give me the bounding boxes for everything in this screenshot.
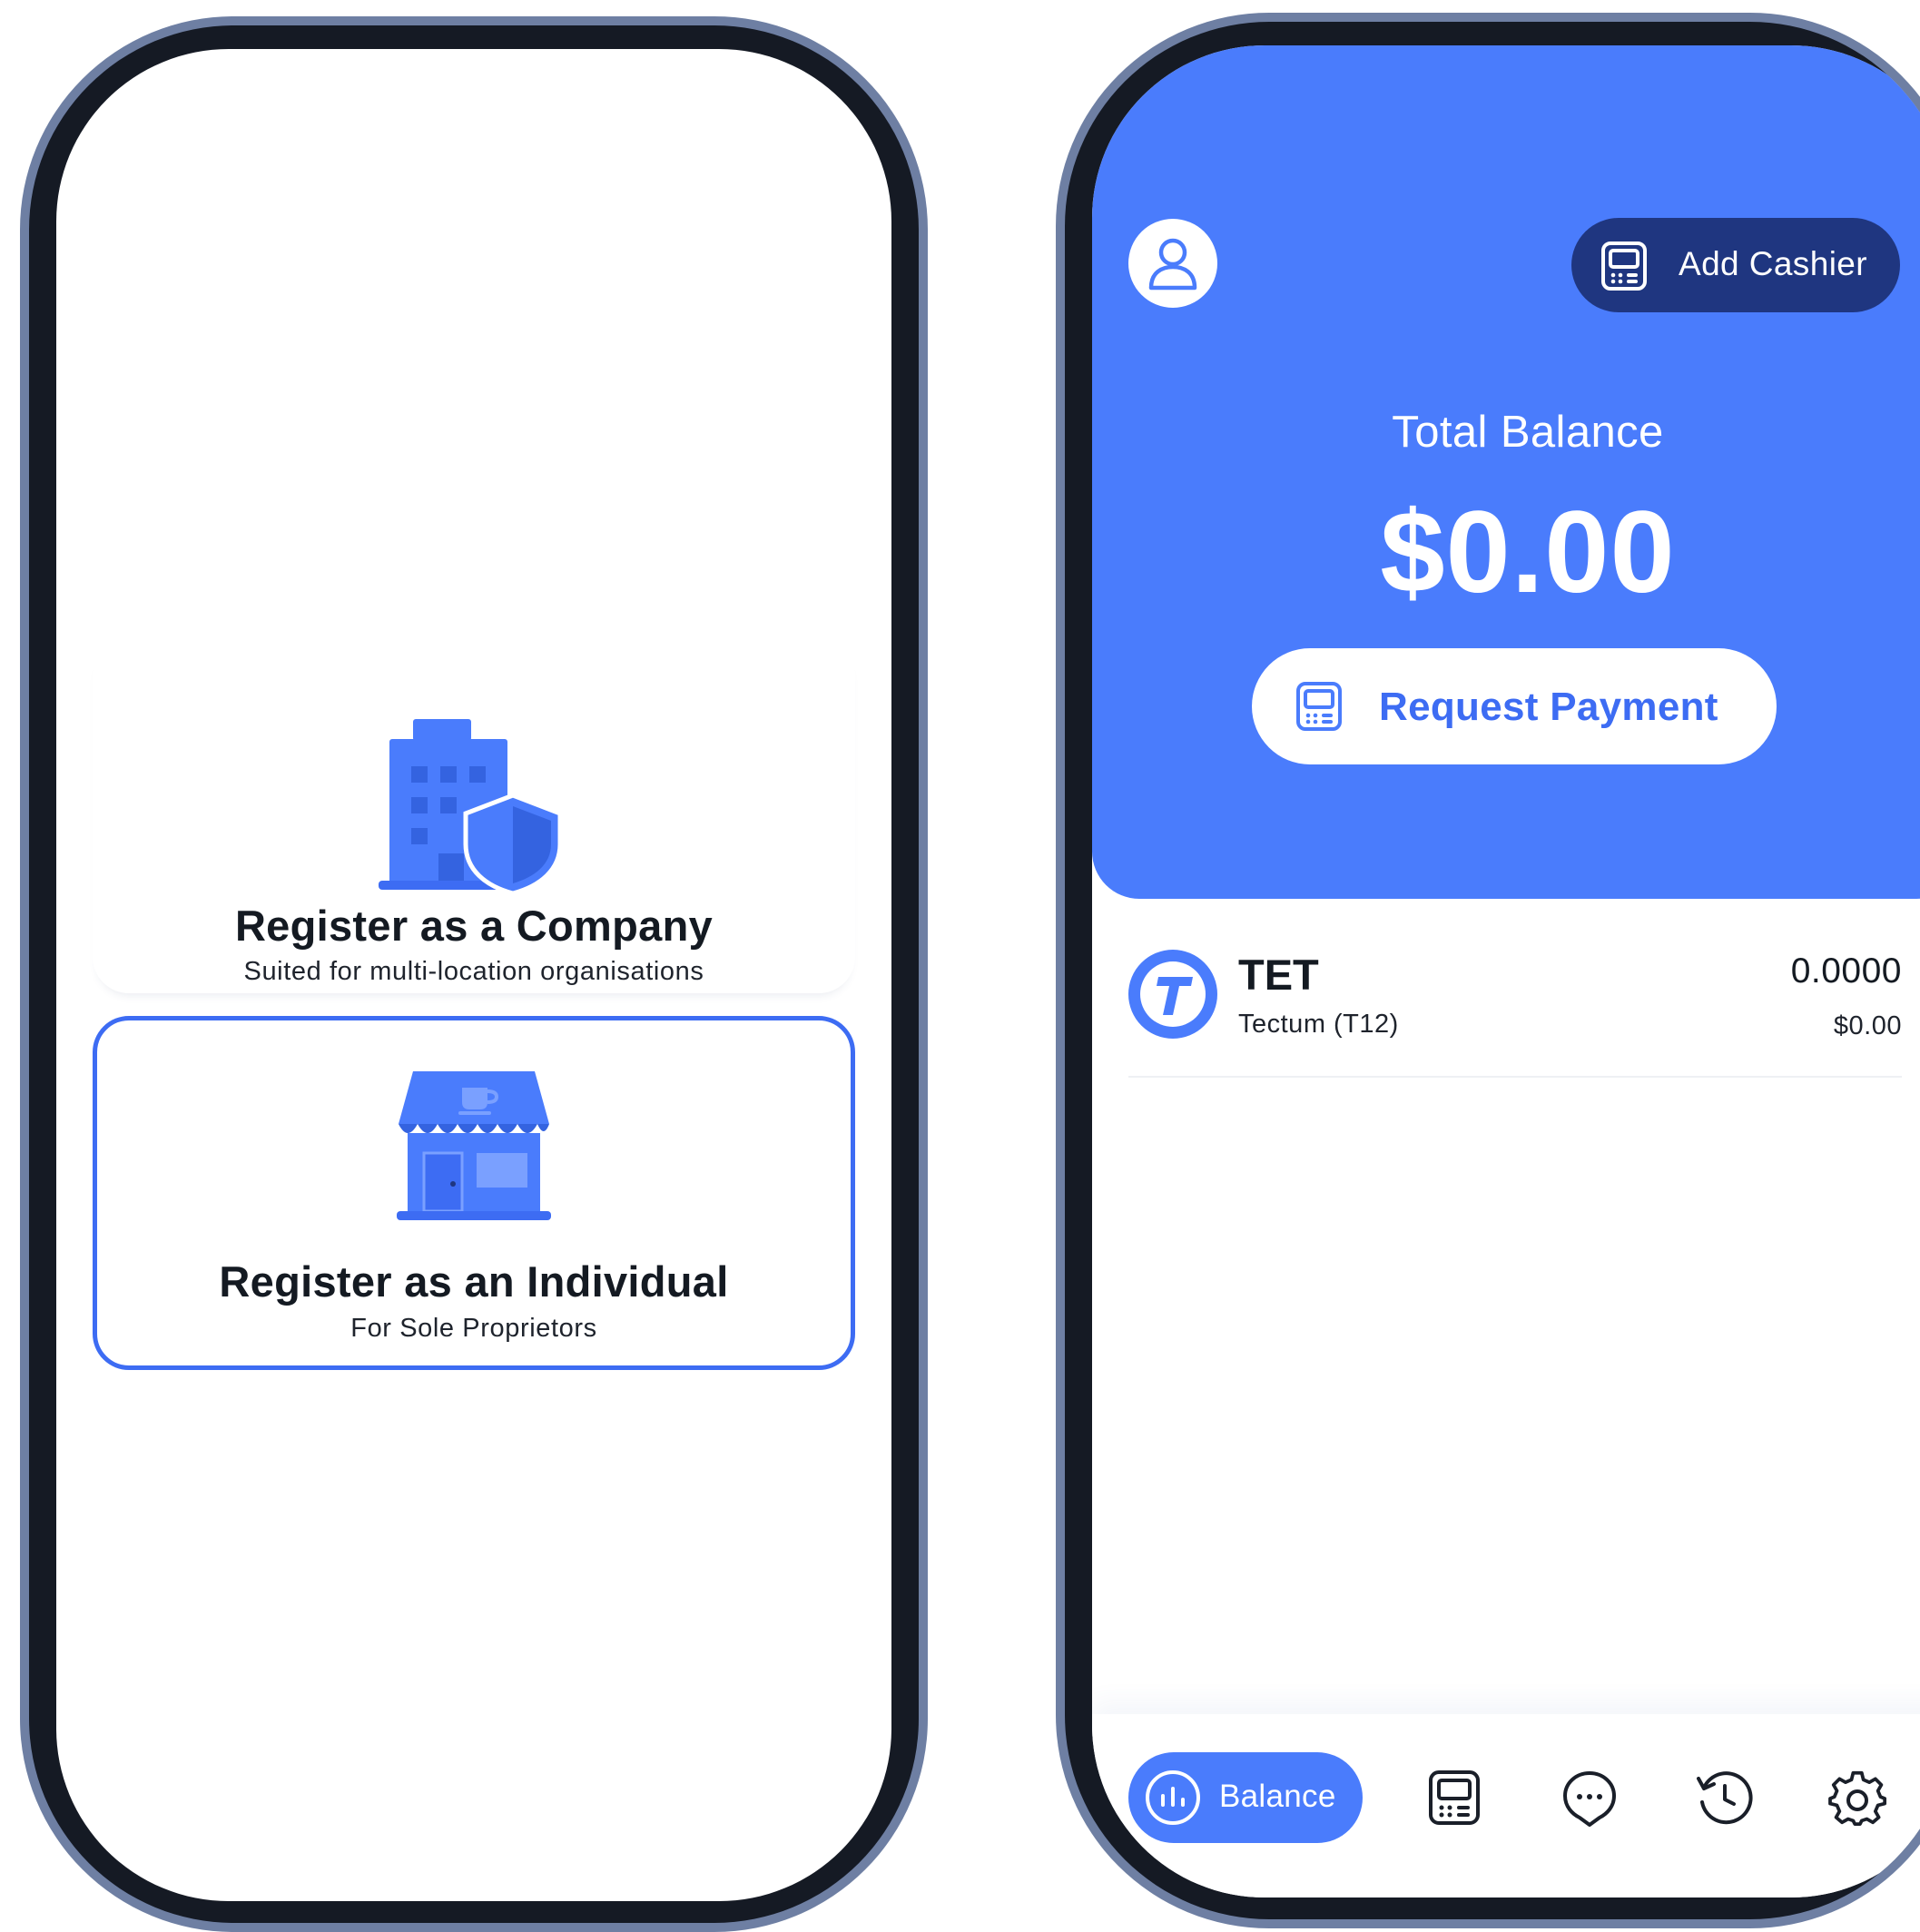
add-cashier-button[interactable]: Add Cashier [1571,218,1900,312]
asset-amount: 0.0000 [1790,951,1902,991]
pos-terminal-icon [1296,682,1342,731]
register-company-subtitle: Suited for multi-location organisations [243,957,704,986]
register-individual-option[interactable]: Register as an Individual For Sole Propr… [93,1016,855,1370]
asset-fiat-value: $0.00 [1833,1011,1902,1040]
wallet-screen: Add Cashier Total Balance $0.00 Request … [1092,45,1920,1898]
nav-balance-label: Balance [1219,1779,1336,1814]
profile-avatar-button[interactable] [1128,219,1217,308]
register-individual-subtitle: For Sole Proprietors [350,1314,597,1343]
office-building-shield-icon [379,719,563,892]
phone-bezel-right: Add Cashier Total Balance $0.00 Request … [1065,22,1920,1919]
register-individual-title: Register as an Individual [219,1257,729,1306]
register-company-title: Register as a Company [234,902,714,950]
storefront-icon [397,1071,551,1220]
registration-screen: Register as a Company Suited for multi-l… [56,49,891,1901]
phone-frame-left: Register as a Company Suited for multi-l… [20,16,928,1932]
asset-symbol: TET [1238,951,1319,999]
nav-balance-tab[interactable]: Balance [1128,1752,1363,1843]
gear-icon[interactable] [1828,1769,1886,1828]
tectum-logo-icon [1128,950,1217,1039]
pos-terminal-icon [1601,242,1647,291]
total-balance-label: Total Balance [1392,408,1664,457]
chart-icon [1146,1770,1200,1825]
phone-bezel-left: Register as a Company Suited for multi-l… [29,25,919,1923]
user-icon [1148,238,1197,291]
bottom-nav: Balance [1092,1714,1920,1898]
asset-row-tet[interactable]: TET Tectum (T12) 0.0000 $0.00 [1128,944,1902,1078]
register-company-option[interactable]: Register as a Company Suited for multi-l… [93,639,855,993]
asset-name: Tectum (T12) [1238,1010,1399,1039]
history-icon[interactable] [1695,1769,1753,1826]
request-payment-button[interactable]: Request Payment [1252,648,1777,764]
chat-icon[interactable] [1561,1769,1618,1828]
total-balance-value: $0.00 [1380,488,1676,617]
request-payment-label: Request Payment [1379,685,1718,729]
balance-panel: Add Cashier Total Balance $0.00 Request … [1092,45,1920,899]
add-cashier-label: Add Cashier [1679,245,1868,282]
nav-terminal-tab[interactable] [1427,1769,1482,1826]
phone-frame-right: Add Cashier Total Balance $0.00 Request … [1056,13,1920,1928]
